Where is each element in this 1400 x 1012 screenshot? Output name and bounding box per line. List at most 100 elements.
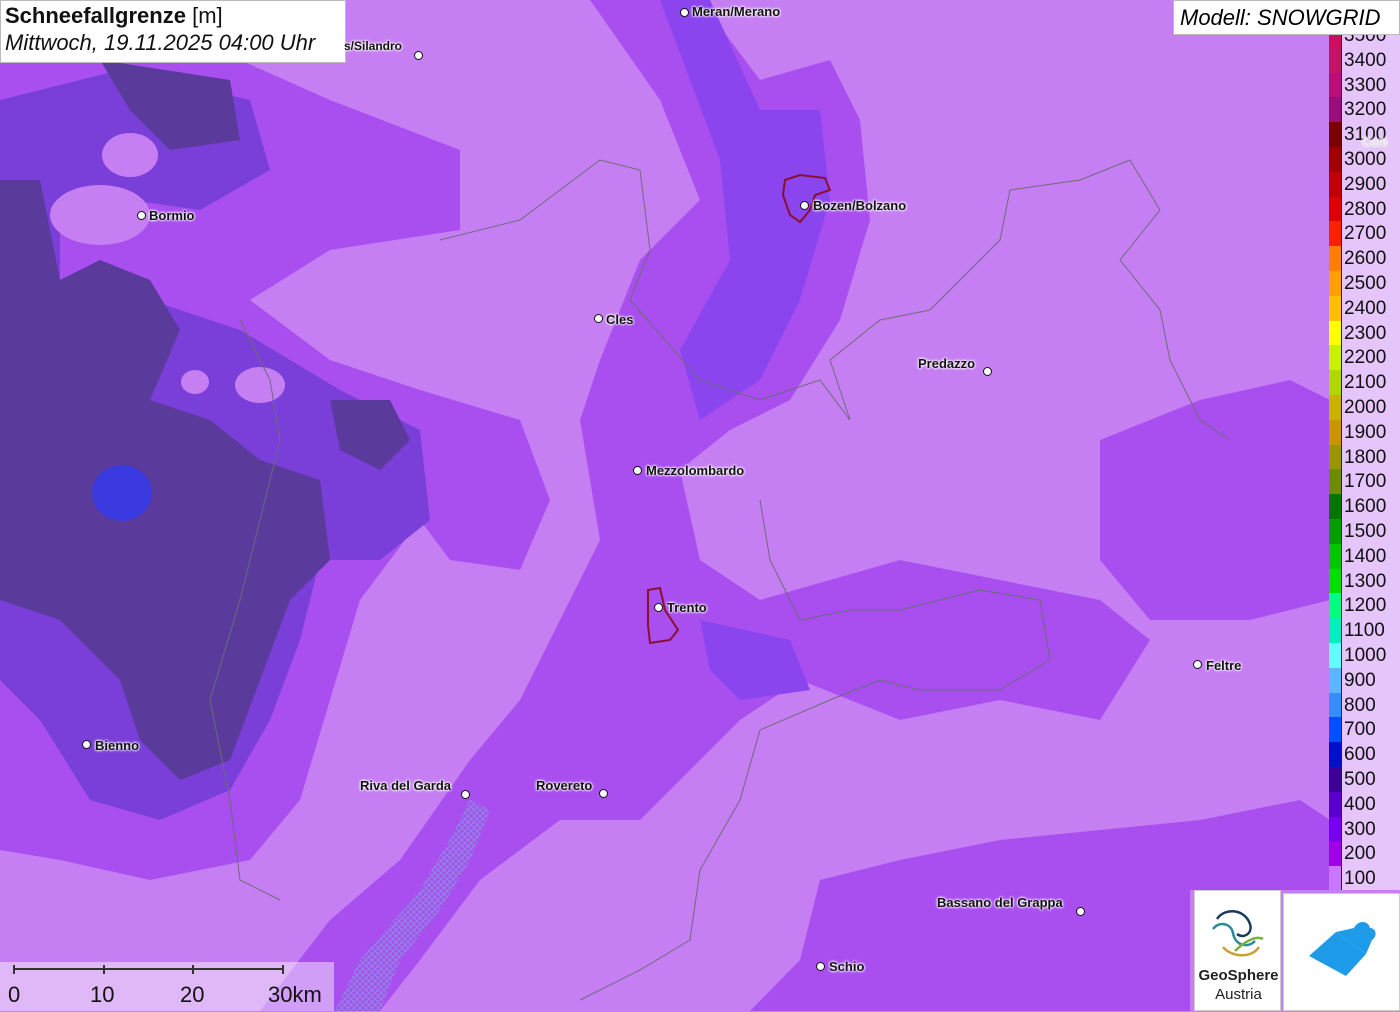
city-dot <box>414 51 423 60</box>
model-label: Modell: SNOWGRID <box>1173 0 1400 35</box>
city-label-corti[interactable]: Corti <box>1362 135 1387 149</box>
legend-row: 1000 <box>1329 643 1400 668</box>
legend-swatch <box>1329 816 1342 842</box>
city-label-riva[interactable]: Riva del Garda <box>360 778 451 793</box>
city-label-schio[interactable]: Schio <box>829 959 864 974</box>
legend-row: 600 <box>1329 742 1400 768</box>
legend-swatch <box>1329 345 1342 371</box>
legend-label: 3500 <box>1344 35 1387 46</box>
city-dot <box>680 8 689 17</box>
city-label-silandro[interactable]: s/Silandro <box>344 39 402 53</box>
legend-swatch <box>1329 246 1342 272</box>
legend-row: 2600 <box>1329 246 1400 272</box>
legend-swatch <box>1329 593 1342 619</box>
color-legend: 3500 3400 3300 3200 3100 3000 2900 2800 2700 2600… <box>1329 35 1400 890</box>
legend-label: 2400 <box>1344 297 1387 319</box>
city-dot <box>654 603 663 612</box>
city-dot <box>800 201 809 210</box>
legend-row: 2200 <box>1329 345 1400 371</box>
legend-row: 300 <box>1329 816 1400 842</box>
legend-swatch <box>1329 841 1342 867</box>
legend-swatch <box>1329 767 1342 792</box>
zone-100 <box>50 185 150 245</box>
city-label-bienno[interactable]: Bienno <box>95 738 139 753</box>
scale-label-10: 10 <box>90 982 115 1007</box>
legend-label: 1000 <box>1344 645 1387 666</box>
legend-row: 3300 <box>1329 72 1400 98</box>
city-label-trento[interactable]: Trento <box>667 600 707 615</box>
legend-row: 1800 <box>1329 444 1400 470</box>
city-label-feltre[interactable]: Feltre <box>1206 658 1241 673</box>
city-label-rovereto[interactable]: Rovereto <box>536 778 592 793</box>
zone-100 <box>709 482 745 510</box>
legend-row: 3000 <box>1329 147 1400 172</box>
legend-label: 2200 <box>1344 347 1387 369</box>
city-label-mezzolombardo[interactable]: Mezzolombardo <box>646 463 744 478</box>
legend-swatch <box>1329 543 1342 569</box>
map-title-box: Schneefallgrenze [m] Mittwoch, 19.11.202… <box>0 0 346 63</box>
legend-swatch <box>1329 171 1342 197</box>
legend-swatch <box>1329 147 1342 172</box>
legend-swatch <box>1329 271 1342 296</box>
cloud-arrow-icon <box>1309 922 1376 976</box>
city-label-bassano[interactable]: Bassano del Grappa <box>937 895 1063 910</box>
legend-label: 1100 <box>1344 620 1385 642</box>
legend-swatch <box>1329 717 1342 743</box>
legend-row: 1900 <box>1329 419 1400 445</box>
legend-label: 900 <box>1344 669 1376 691</box>
legend-label: 1200 <box>1344 595 1387 617</box>
geosphere-logo[interactable]: GeoSphere Austria <box>1194 890 1281 1011</box>
legend-label: 1800 <box>1344 446 1387 468</box>
city-label-cles[interactable]: Cles <box>606 312 633 327</box>
legend-swatch <box>1329 72 1342 98</box>
legend-row: 1100 <box>1329 618 1400 644</box>
zone-700 <box>92 465 152 521</box>
legend-swatch <box>1329 667 1342 693</box>
legend-row: 700 <box>1329 717 1400 743</box>
legend-row: 200 <box>1329 841 1400 867</box>
scale-label-30km: 30km <box>268 982 322 1007</box>
legend-label: 200 <box>1344 843 1376 865</box>
legend-row: 3500 <box>1329 35 1400 48</box>
zone-100 <box>235 367 285 403</box>
legend-swatch <box>1329 370 1342 396</box>
legend-swatch <box>1329 35 1342 48</box>
scale-label-20: 20 <box>180 982 205 1007</box>
city-label-meran[interactable]: Meran/Merano <box>692 4 780 19</box>
city-label-bozen[interactable]: Bozen/Bolzano <box>813 198 906 213</box>
legend-row: 3200 <box>1329 97 1400 123</box>
legend-swatch <box>1329 221 1342 247</box>
legend-label: 2600 <box>1344 248 1387 270</box>
map-datetime: Mittwoch, 19.11.2025 04:00 Uhr <box>5 30 316 55</box>
legend-row: 3400 <box>1329 47 1400 73</box>
city-dot <box>1193 660 1202 669</box>
legend-label: 3000 <box>1344 149 1387 170</box>
legend-row: 2700 <box>1329 221 1400 247</box>
legend-label: 1900 <box>1344 421 1387 443</box>
legend-label: 2700 <box>1344 223 1387 245</box>
legend-label: 1600 <box>1344 496 1387 518</box>
legend-label: 2000 <box>1344 397 1387 418</box>
legend-swatch <box>1329 122 1342 148</box>
legend-row: 2800 <box>1329 196 1400 222</box>
legend-label: 600 <box>1344 744 1376 766</box>
geosphere-emblem-icon <box>1212 910 1264 957</box>
app-logo[interactable] <box>1283 893 1400 1011</box>
legend-swatch <box>1329 320 1342 346</box>
legend-row: 1700 <box>1329 469 1400 495</box>
legend-swatch <box>1329 618 1342 644</box>
snowfall-map[interactable] <box>0 0 1400 1011</box>
legend-label: 1300 <box>1344 570 1387 592</box>
city-label-predazzo[interactable]: Predazzo <box>918 356 975 371</box>
legend-row: 2100 <box>1329 370 1400 396</box>
city-dot <box>633 466 642 475</box>
city-dot <box>82 740 91 749</box>
legend-label: 300 <box>1344 818 1376 840</box>
legend-swatch <box>1329 47 1342 73</box>
legend-row: 100 <box>1329 866 1400 890</box>
legend-row: 1300 <box>1329 568 1400 594</box>
legend-label: 800 <box>1344 694 1376 716</box>
scale-label-0: 0 <box>8 982 21 1007</box>
legend-row: 900 <box>1329 667 1400 693</box>
city-label-bormio[interactable]: Bormio <box>149 208 195 223</box>
